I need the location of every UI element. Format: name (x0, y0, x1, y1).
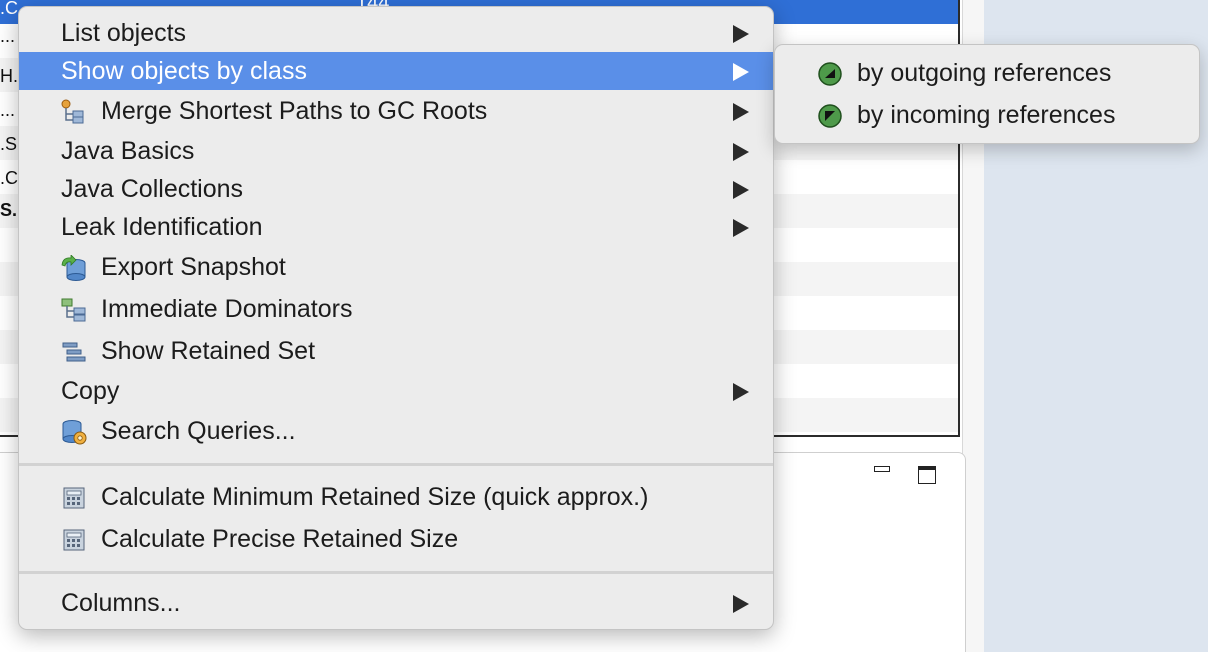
menu-item-merge-shortest-paths[interactable]: Merge Shortest Paths to GC Roots (19, 92, 773, 130)
search-queries-icon (62, 420, 87, 445)
menu-item-label: Show Retained Set (101, 336, 316, 365)
menu-item-label: Java Basics (61, 136, 195, 165)
minimize-icon[interactable] (874, 466, 890, 472)
calculator-icon (63, 529, 85, 551)
menu-item-label: Copy (61, 376, 120, 405)
export-snapshot-icon (61, 255, 86, 281)
menu-item-show-retained-set[interactable]: Show Retained Set (19, 332, 773, 370)
menu-separator (19, 571, 773, 574)
menu-item-label: Immediate Dominators (101, 294, 353, 323)
submenu-arrow-icon (733, 25, 749, 43)
menu-item-copy[interactable]: Copy (19, 372, 773, 410)
menu-item-search-queries[interactable]: Search Queries... (19, 412, 773, 450)
dominators-icon (61, 298, 86, 322)
tree-paths-icon (61, 99, 84, 124)
submenu-item-by-incoming-references[interactable]: by incoming references (775, 95, 1199, 135)
menu-item-label: Java Collections (61, 174, 244, 203)
menu-item-java-collections[interactable]: Java Collections (19, 170, 773, 208)
menu-item-label: Leak Identification (61, 212, 263, 241)
menu-item-calculate-minimum-retained-size[interactable]: Calculate Minimum Retained Size (quick a… (19, 478, 773, 516)
menu-item-label: Search Queries... (101, 416, 296, 445)
menu-item-columns[interactable]: Columns... (19, 584, 773, 622)
submenu-item-by-outgoing-references[interactable]: by outgoing references (775, 53, 1199, 93)
submenu-arrow-icon (733, 63, 749, 81)
menu-item-immediate-dominators[interactable]: Immediate Dominators (19, 290, 773, 328)
menu-item-leak-identification[interactable]: Leak Identification (19, 208, 773, 246)
row-fragment: .C (0, 0, 18, 18)
menu-item-calculate-precise-retained-size[interactable]: Calculate Precise Retained Size (19, 520, 773, 558)
menu-item-label: List objects (61, 18, 187, 47)
submenu-arrow-icon (733, 143, 749, 161)
row-fragment: ... (0, 26, 16, 46)
menu-item-show-objects-by-class[interactable]: Show objects by class (19, 52, 773, 90)
menu-item-label: Calculate Minimum Retained Size (quick a… (101, 482, 649, 511)
submenu-item-label: by outgoing references (857, 59, 1112, 87)
menu-item-label: Show objects by class (61, 56, 307, 85)
menu-item-label: Calculate Precise Retained Size (101, 524, 459, 553)
outgoing-references-icon (818, 62, 842, 86)
submenu-arrow-icon (733, 595, 749, 613)
menu-separator (19, 463, 773, 466)
context-menu: List objects Show objects by class Merge… (18, 6, 774, 630)
row-fragment: .C (0, 168, 18, 188)
submenu-arrow-icon (733, 219, 749, 237)
menu-item-label: Columns... (61, 588, 181, 617)
menu-item-export-snapshot[interactable]: Export Snapshot (19, 248, 773, 286)
calculator-icon (63, 487, 85, 509)
submenu-arrow-icon (733, 383, 749, 401)
menu-item-label: Export Snapshot (101, 252, 286, 281)
show-objects-by-class-submenu: by outgoing references by incoming refer… (774, 44, 1200, 144)
submenu-arrow-icon (733, 103, 749, 121)
maximize-icon[interactable] (918, 466, 936, 484)
menu-item-list-objects[interactable]: List objects (19, 14, 773, 52)
submenu-item-label: by incoming references (857, 101, 1116, 129)
menu-item-java-basics[interactable]: Java Basics (19, 132, 773, 170)
row-fragment: ... (0, 100, 16, 120)
submenu-arrow-icon (733, 181, 749, 199)
incoming-references-icon (818, 104, 842, 128)
retained-set-icon (62, 342, 86, 362)
row-fragment: .S (0, 134, 18, 154)
menu-item-label: Merge Shortest Paths to GC Roots (101, 96, 488, 125)
